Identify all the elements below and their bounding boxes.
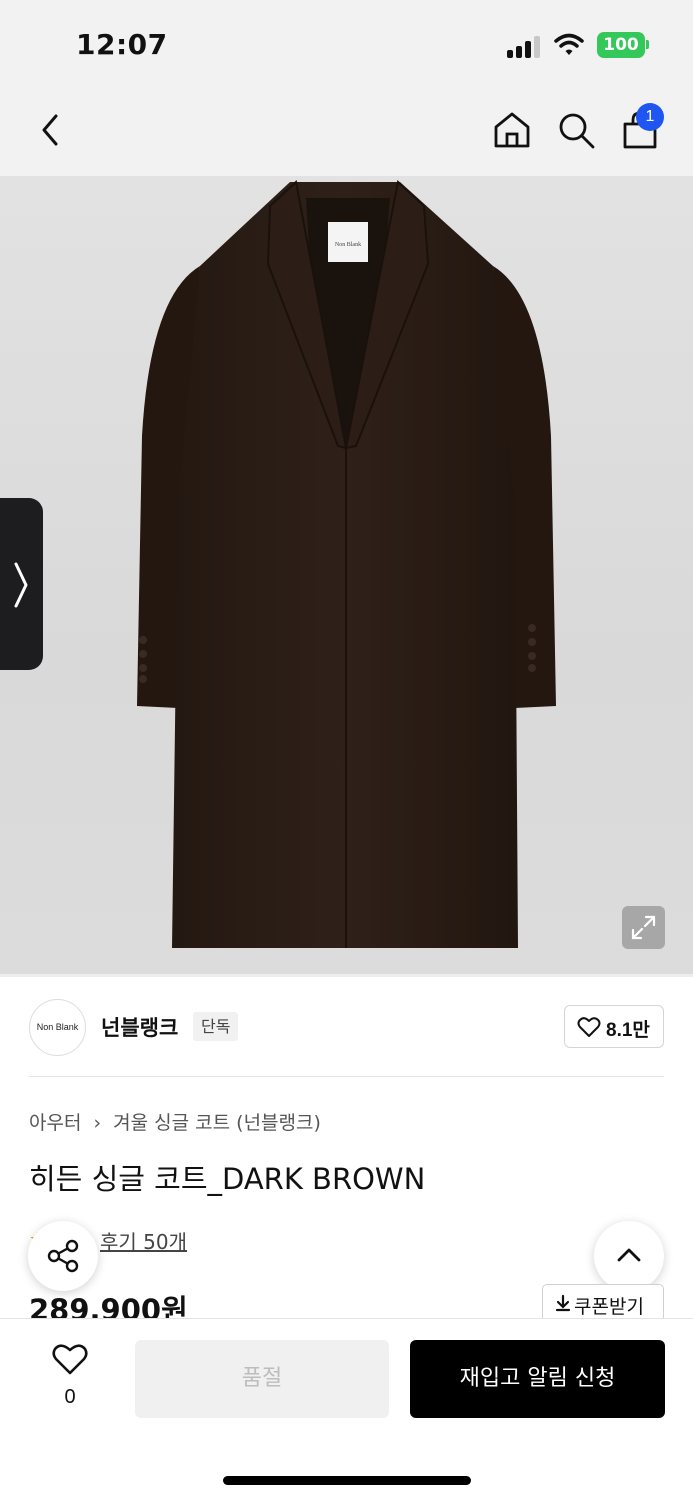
breadcrumb-subcategory[interactable]: 겨울 싱글 코트 (넌블랭크) <box>113 1112 321 1134</box>
battery-nub <box>646 40 649 49</box>
brand-name[interactable]: 넌블랭크 <box>101 1012 178 1042</box>
chevron-right-icon: › <box>93 1112 102 1134</box>
nav-bar <box>0 90 693 176</box>
expand-image-button[interactable] <box>622 906 665 949</box>
coupon-button[interactable]: 쿠폰받기 <box>542 1284 664 1322</box>
brand-logo[interactable]: Non Blank <box>29 999 86 1056</box>
status-time: 12:07 <box>76 28 168 61</box>
image-divider <box>0 974 693 977</box>
breadcrumb-category[interactable]: 아우터 <box>29 1112 81 1134</box>
battery-indicator: 100 <box>597 32 645 58</box>
exclusive-badge: 단독 <box>193 1012 239 1041</box>
coat-illustration: Non Blank <box>137 180 556 948</box>
heart-icon <box>577 1017 601 1037</box>
expand-icon <box>631 915 656 940</box>
home-indicator <box>223 1476 471 1485</box>
share-icon <box>47 1239 79 1273</box>
wishlist-button[interactable]: 0 <box>40 1342 100 1412</box>
status-bar: 12:07 100 <box>0 0 693 90</box>
share-button[interactable] <box>28 1221 98 1291</box>
review-link[interactable]: 후기 50개 <box>100 1226 187 1255</box>
brand-like-button[interactable]: 8.1만 <box>564 1005 664 1048</box>
breadcrumb: 아우터 › 겨울 싱글 코트 (넌블랭크) <box>29 1108 321 1135</box>
search-icon[interactable] <box>556 110 596 150</box>
wishlist-count: 0 <box>64 1386 76 1408</box>
chevron-left-icon[interactable] <box>34 110 70 150</box>
heart-icon <box>52 1344 88 1375</box>
soldout-button: 품절 <box>135 1340 389 1418</box>
chevron-right-icon <box>14 562 28 608</box>
brand-like-count: 8.1만 <box>606 1020 650 1041</box>
side-panel-tab[interactable] <box>0 498 43 670</box>
coat-label-text: Non Blank <box>335 242 361 248</box>
chevron-up-icon <box>617 1248 641 1262</box>
product-image[interactable]: Non Blank <box>0 176 693 976</box>
signal-icon <box>507 34 543 58</box>
home-icon[interactable] <box>492 110 532 150</box>
scroll-to-top-button[interactable] <box>594 1221 664 1291</box>
cart-count-badge: 1 <box>636 103 664 131</box>
wifi-icon <box>554 33 584 55</box>
download-icon <box>555 1294 571 1312</box>
product-title: 히든 싱글 코트_DARK BROWN <box>29 1162 426 1196</box>
section-divider <box>29 1076 664 1077</box>
coupon-label: 쿠폰받기 <box>574 1296 644 1318</box>
restock-alert-button[interactable]: 재입고 알림 신청 <box>410 1340 665 1418</box>
